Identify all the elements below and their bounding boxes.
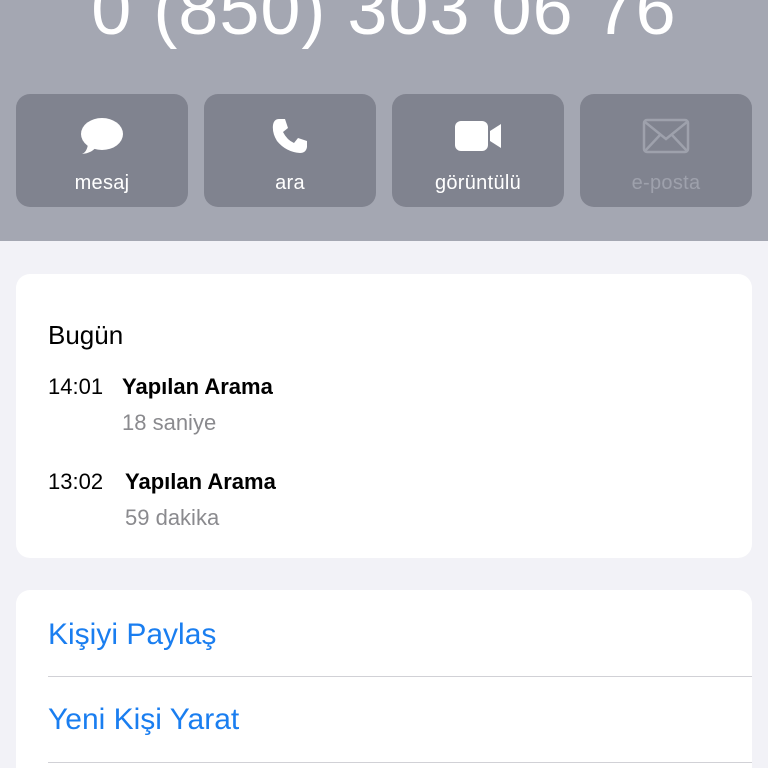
envelope-icon <box>642 116 690 156</box>
video-button[interactable]: görüntülü <box>392 94 564 207</box>
call-button-label: ara <box>275 172 305 194</box>
email-button-label: e-posta <box>631 172 701 194</box>
video-camera-icon <box>454 116 502 156</box>
video-button-label: görüntülü <box>434 172 522 194</box>
call-type: Yapılan Arama <box>125 469 276 494</box>
message-button[interactable]: mesaj <box>16 94 188 207</box>
call-time: 14:01 <box>48 374 104 399</box>
recents-day-heading: Bugün <box>48 320 124 350</box>
call-type: Yapılan Arama <box>122 374 273 399</box>
share-contact-row[interactable]: Kişiyi Paylaş <box>48 592 752 678</box>
message-button-label: mesaj <box>74 172 130 194</box>
call-duration: 18 saniye <box>122 410 217 435</box>
create-contact-link[interactable]: Yeni Kişi Yarat <box>48 703 239 737</box>
call-time: 13:02 <box>48 469 104 494</box>
recent-calls-card: Bugün 14:01 Yapılan Arama 18 saniye 13:0… <box>16 274 752 558</box>
phone-icon <box>266 116 314 156</box>
contact-header: 0 (850) 303 06 76 mesaj ara görüntülü e-… <box>0 0 768 241</box>
share-contact-link[interactable]: Kişiyi Paylaş <box>48 618 216 652</box>
phone-number: 0 (850) 303 06 76 <box>91 0 677 50</box>
call-button[interactable]: ara <box>204 94 376 207</box>
row-divider <box>48 762 752 763</box>
create-contact-row[interactable]: Yeni Kişi Yarat <box>48 677 752 763</box>
message-bubble-icon <box>78 116 126 156</box>
contact-actions-card: Kişiyi Paylaş Yeni Kişi Yarat <box>16 590 752 768</box>
email-button[interactable]: e-posta <box>580 94 752 207</box>
call-duration: 59 dakika <box>125 505 220 530</box>
